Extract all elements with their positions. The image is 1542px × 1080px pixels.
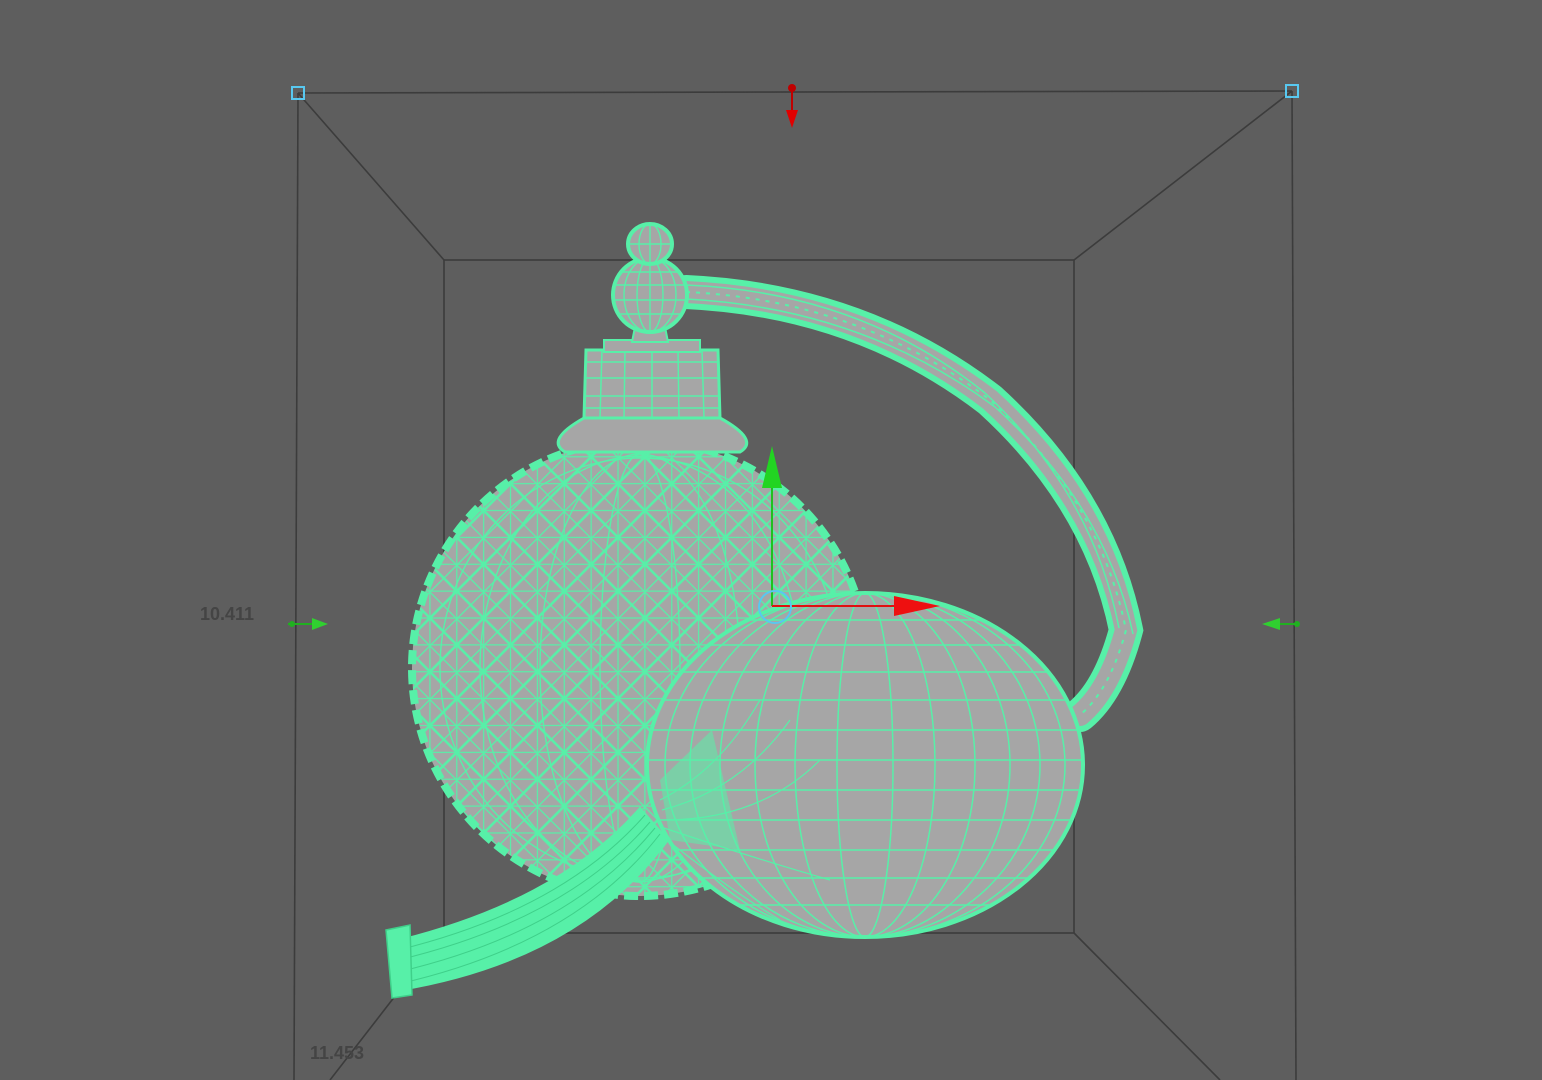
squeeze-bulb-mesh[interactable] bbox=[640, 591, 1090, 939]
stopper-mesh[interactable] bbox=[611, 222, 689, 343]
height-dimension-label: 10.411 bbox=[200, 604, 255, 624]
depth-dimension-label: 11.453 bbox=[310, 1043, 365, 1063]
bottle-neck-mesh[interactable] bbox=[556, 339, 749, 454]
scene-canvas[interactable] bbox=[0, 0, 1542, 1080]
modeling-viewport[interactable]: 10.411 11.453 bbox=[0, 0, 1542, 1080]
left-manipulator-arrow[interactable] bbox=[288, 618, 328, 630]
top-manipulator-arrow[interactable] bbox=[786, 84, 798, 128]
axis-y-arrow bbox=[762, 446, 782, 488]
